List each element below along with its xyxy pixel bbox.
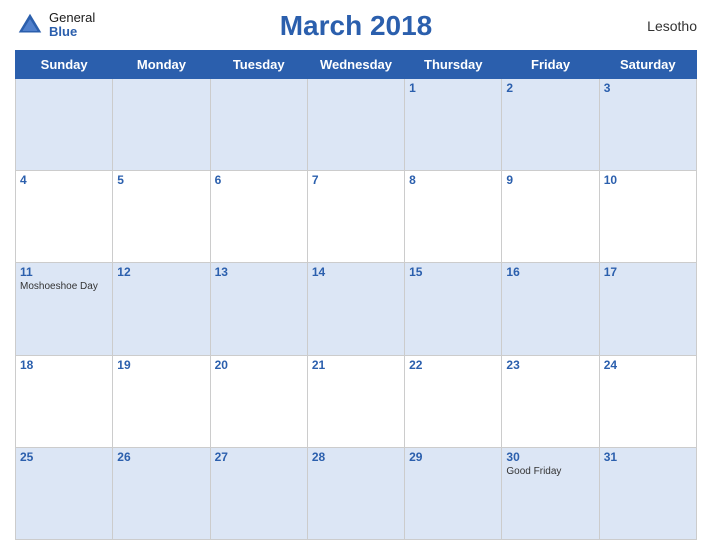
logo-text: General Blue xyxy=(49,11,95,40)
calendar-cell: 16 xyxy=(502,263,599,355)
calendar-cell: 19 xyxy=(113,355,210,447)
header-monday: Monday xyxy=(113,51,210,79)
header-thursday: Thursday xyxy=(405,51,502,79)
header-wednesday: Wednesday xyxy=(307,51,404,79)
calendar-header: General Blue March 2018 Lesotho xyxy=(15,10,697,42)
calendar-cell: 18 xyxy=(16,355,113,447)
day-number: 24 xyxy=(604,358,692,372)
day-number: 9 xyxy=(506,173,594,187)
logo: General Blue xyxy=(15,10,95,40)
calendar-cell xyxy=(16,79,113,171)
calendar-cell: 5 xyxy=(113,171,210,263)
day-number: 18 xyxy=(20,358,108,372)
day-number: 10 xyxy=(604,173,692,187)
calendar-cell: 31 xyxy=(599,447,696,539)
day-number: 16 xyxy=(506,265,594,279)
calendar-week-row: 123 xyxy=(16,79,697,171)
day-number: 17 xyxy=(604,265,692,279)
day-number: 11 xyxy=(20,265,108,279)
calendar-container: General Blue March 2018 Lesotho Sunday M… xyxy=(0,0,712,550)
holiday-label: Moshoeshoe Day xyxy=(20,281,108,292)
calendar-body: 1234567891011Moshoeshoe Day1213141516171… xyxy=(16,79,697,540)
calendar-week-row: 25 26 27 28 29 30 Good Friday 31 xyxy=(16,447,697,539)
calendar-cell: 20 xyxy=(210,355,307,447)
calendar-week-row: 456789 10 xyxy=(16,171,697,263)
calendar-cell: 1 xyxy=(405,79,502,171)
country-label: Lesotho xyxy=(647,18,697,34)
calendar-cell: 2 xyxy=(502,79,599,171)
day-number: 28 xyxy=(312,450,400,464)
calendar-cell: 12 xyxy=(113,263,210,355)
calendar-cell: 13 xyxy=(210,263,307,355)
calendar-cell: 24 xyxy=(599,355,696,447)
calendar-cell: 7 xyxy=(307,171,404,263)
day-number: 27 xyxy=(215,450,303,464)
day-number: 20 xyxy=(215,358,303,372)
calendar-cell: 29 xyxy=(405,447,502,539)
day-number: 13 xyxy=(215,265,303,279)
calendar-cell: 11 Moshoeshoe Day xyxy=(16,263,113,355)
calendar-cell: 15 xyxy=(405,263,502,355)
calendar-cell: 27 xyxy=(210,447,307,539)
day-number: 3 xyxy=(604,81,692,95)
calendar-week-row: 18 19 20 21 22 23 24 xyxy=(16,355,697,447)
day-number: 23 xyxy=(506,358,594,372)
calendar-table: Sunday Monday Tuesday Wednesday Thursday… xyxy=(15,50,697,540)
calendar-cell: 17 xyxy=(599,263,696,355)
day-number: 14 xyxy=(312,265,400,279)
calendar-cell: 23 xyxy=(502,355,599,447)
day-number: 15 xyxy=(409,265,497,279)
calendar-cell: 30 Good Friday xyxy=(502,447,599,539)
calendar-cell: 4 xyxy=(16,171,113,263)
logo-icon xyxy=(15,10,45,40)
calendar-cell: 10 xyxy=(599,171,696,263)
day-number: 19 xyxy=(117,358,205,372)
calendar-week-row: 11 Moshoeshoe Day 12 13 14 15 16 17 xyxy=(16,263,697,355)
day-number: 2 xyxy=(506,81,594,95)
day-number: 8 xyxy=(409,173,497,187)
calendar-cell: 25 xyxy=(16,447,113,539)
day-number: 25 xyxy=(20,450,108,464)
day-number: 30 xyxy=(506,450,594,464)
calendar-cell: 21 xyxy=(307,355,404,447)
header-tuesday: Tuesday xyxy=(210,51,307,79)
calendar-cell xyxy=(210,79,307,171)
calendar-cell: 3 xyxy=(599,79,696,171)
header-saturday: Saturday xyxy=(599,51,696,79)
header-friday: Friday xyxy=(502,51,599,79)
calendar-cell: 6 xyxy=(210,171,307,263)
day-number: 26 xyxy=(117,450,205,464)
calendar-cell xyxy=(307,79,404,171)
day-number: 29 xyxy=(409,450,497,464)
calendar-cell: 26 xyxy=(113,447,210,539)
header-sunday: Sunday xyxy=(16,51,113,79)
calendar-cell: 8 xyxy=(405,171,502,263)
days-of-week-row: Sunday Monday Tuesday Wednesday Thursday… xyxy=(16,51,697,79)
calendar-cell: 9 xyxy=(502,171,599,263)
day-number: 21 xyxy=(312,358,400,372)
day-number: 22 xyxy=(409,358,497,372)
day-number: 7 xyxy=(312,173,400,187)
calendar-cell: 14 xyxy=(307,263,404,355)
calendar-cell: 22 xyxy=(405,355,502,447)
calendar-cell: 28 xyxy=(307,447,404,539)
day-number: 31 xyxy=(604,450,692,464)
day-number: 1 xyxy=(409,81,497,95)
holiday-label: Good Friday xyxy=(506,466,594,477)
day-number: 12 xyxy=(117,265,205,279)
day-number: 5 xyxy=(117,173,205,187)
day-number: 6 xyxy=(215,173,303,187)
calendar-title: March 2018 xyxy=(280,10,433,42)
calendar-cell xyxy=(113,79,210,171)
day-number: 4 xyxy=(20,173,108,187)
